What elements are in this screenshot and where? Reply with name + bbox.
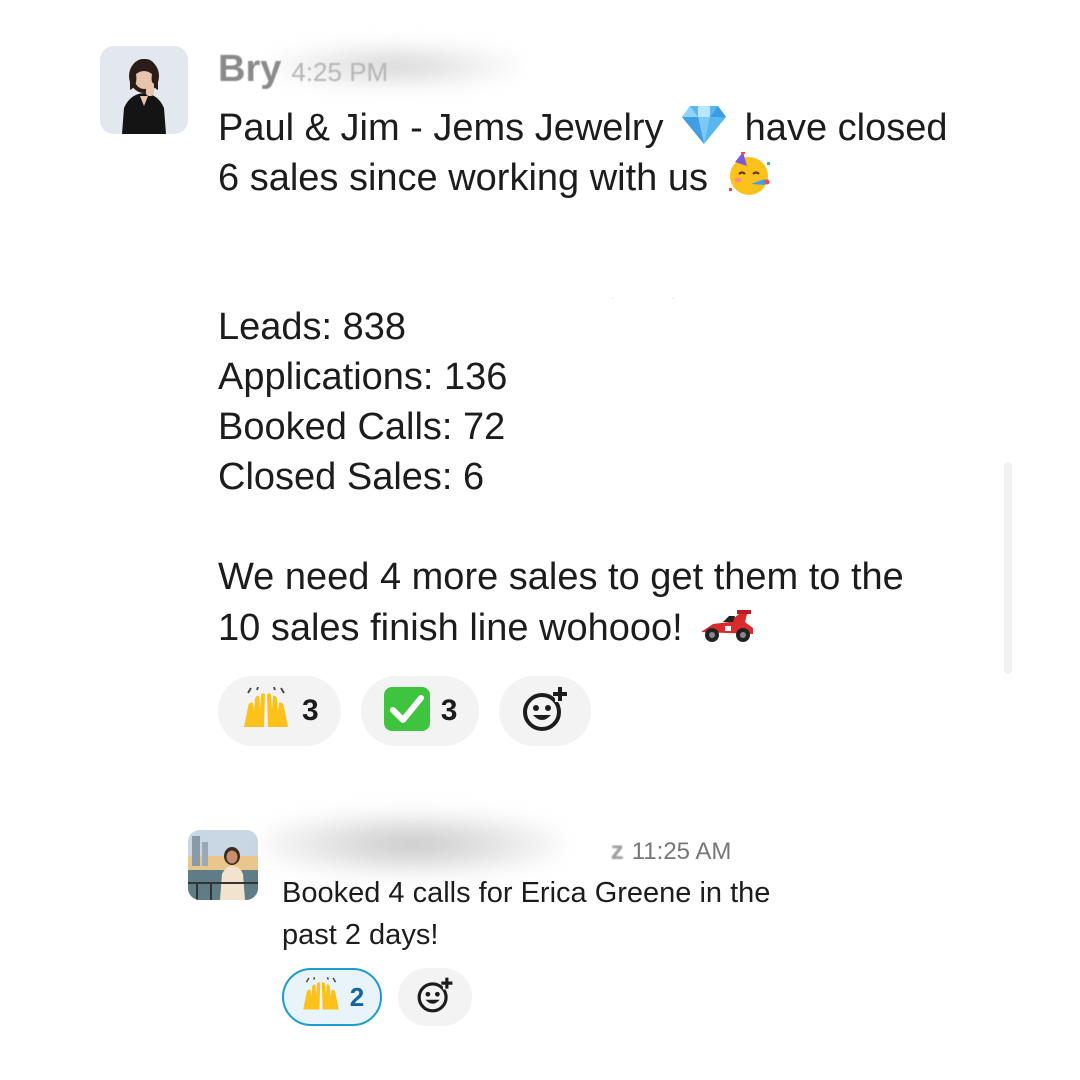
reaction-count: 2: [349, 981, 365, 1012]
author-name-redacted: [282, 834, 609, 866]
add-reaction-icon: [521, 685, 569, 738]
reactions-bar: 2: [282, 968, 472, 1026]
message-body: Paul & Jim - Jems Jewelry have closed 6 …: [218, 102, 1018, 652]
raising-hands-emoji: [240, 686, 292, 736]
message-header: z 11:25 AM: [282, 834, 732, 866]
reaction-count: 3: [440, 694, 458, 727]
reaction-raising-hands[interactable]: 2: [282, 968, 382, 1026]
stat-leads: Leads: 838: [218, 306, 407, 348]
message-line: Paul & Jim - Jems Jewelry have closed: [218, 102, 1018, 152]
raising-hands-emoji: [300, 976, 342, 1018]
stray-marks: ··: [612, 296, 732, 302]
timestamp[interactable]: 4:25 PM: [291, 57, 388, 88]
partying-face-emoji: [725, 150, 773, 196]
racing-car-emoji: [699, 602, 754, 646]
gem-emoji: [680, 102, 728, 146]
avatar[interactable]: [100, 46, 188, 134]
message-line: We need 4 more sales to get them to the: [218, 556, 904, 598]
reaction-check-mark[interactable]: 3: [360, 676, 480, 746]
message-line: Booked 4 calls for Erica Greene in the: [282, 877, 771, 909]
add-reaction-icon: [416, 976, 454, 1019]
message-line: 10 sales finish line wohooo!: [218, 602, 1018, 652]
add-reaction-button[interactable]: [499, 676, 592, 746]
reaction-count: 3: [302, 694, 319, 727]
stat-applications: Applications: 136: [218, 356, 508, 398]
scrollbar[interactable]: [1004, 462, 1012, 674]
add-reaction-button[interactable]: [398, 968, 472, 1026]
message-header: Bry 4:25 PM: [218, 48, 388, 91]
reactions-bar: 3 3: [218, 676, 592, 746]
message-line: past 2 days!: [282, 919, 439, 951]
author-name[interactable]: z: [611, 835, 624, 866]
stat-booked-calls: Booked Calls: 72: [218, 406, 506, 448]
author-name[interactable]: Bry: [218, 48, 281, 91]
reaction-raising-hands[interactable]: 3: [218, 676, 341, 746]
slack-thread: Bry 4:25 PM Paul & Jim - Jems Jewelry ha…: [0, 0, 1080, 1080]
avatar[interactable]: [188, 830, 258, 900]
timestamp[interactable]: 11:25 AM: [632, 838, 732, 866]
message-body: Booked 4 calls for Erica Greene in the p…: [282, 872, 902, 956]
check-mark-button-emoji: [383, 686, 431, 737]
stat-closed-sales: Closed Sales: 6: [218, 456, 485, 498]
message-line: 6 sales since working with us: [218, 150, 1018, 202]
